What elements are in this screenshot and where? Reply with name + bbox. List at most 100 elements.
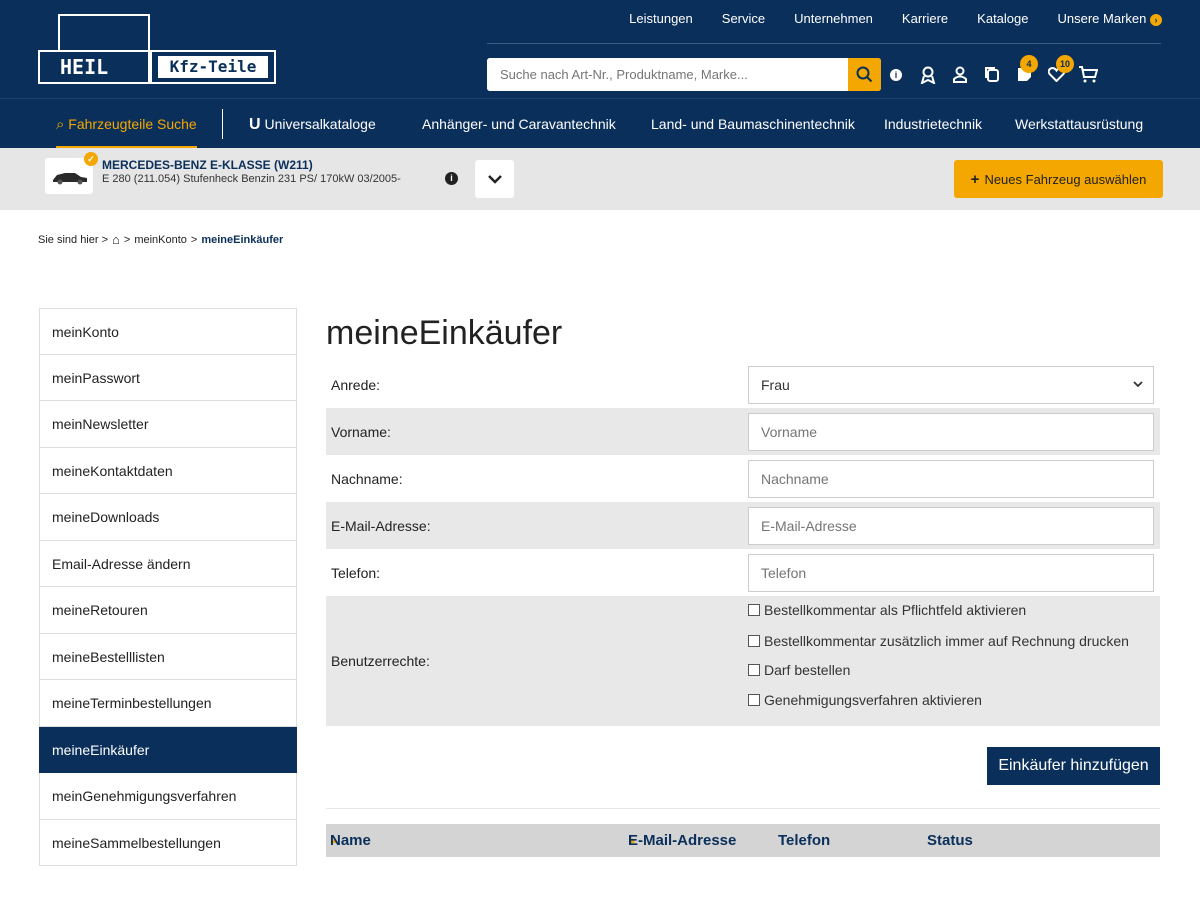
column-status[interactable]: Status	[927, 824, 973, 857]
firstname-field[interactable]	[748, 412, 1154, 451]
sidebar-item-bestelllisten[interactable]: meineBestelllisten	[39, 633, 297, 680]
search-icon	[856, 66, 873, 83]
award-button[interactable]	[912, 58, 944, 91]
checkbox-label: Darf bestellen	[764, 662, 851, 678]
salutation-label: Anrede:	[331, 376, 381, 393]
sidebar-item-kontaktdaten[interactable]: meineKontaktdaten	[39, 447, 297, 494]
cat-universalkataloge[interactable]: U Universalkataloge	[249, 99, 376, 149]
buyer-form: Anrede: Frau Vorname: Nachname: E-Mail-A…	[326, 361, 1160, 726]
nav-kataloge[interactable]: Kataloge	[977, 10, 1028, 28]
category-nav: ⌕ Fahrzeugteile Suche U Universalkatalog…	[0, 98, 1200, 149]
checkbox-approval[interactable]: Genehmigungsverfahren aktivieren	[748, 692, 982, 708]
add-buyer-button[interactable]: Einkäufer hinzufügen	[987, 747, 1160, 785]
email-label: E-Mail-Adresse:	[331, 517, 431, 534]
vehicle-details: E 280 (211.054) Stufenheck Benzin 231 PS…	[102, 173, 401, 185]
checkbox[interactable]	[748, 694, 760, 706]
cat-label: Fahrzeugteile Suche	[68, 116, 197, 132]
lastname-field[interactable]	[748, 459, 1154, 498]
rights-label: Benutzerrechte:	[331, 653, 430, 669]
firstname-label: Vorname:	[331, 423, 391, 440]
sidebar-item-sammelbestellungen[interactable]: meineSammelbestellungen	[39, 819, 297, 866]
notes-badge: 4	[1020, 55, 1038, 73]
cat-werkstatt[interactable]: Werkstattausrüstung	[1015, 99, 1143, 149]
user-rights-section: Benutzerrechte: Bestellkommentar als Pfl…	[326, 596, 1160, 726]
cat-anhaenger[interactable]: Anhänger- und Caravantechnik	[422, 99, 616, 149]
sidebar-item-downloads[interactable]: meineDownloads	[39, 494, 297, 541]
copy-icon	[985, 67, 999, 82]
checkbox-may-order[interactable]: Darf bestellen	[748, 662, 850, 678]
breadcrumb: Sie sind hier > ⌂ > meinKonto > meineEin…	[38, 232, 283, 247]
heil-logo[interactable]: HEIL Kfz-Teile	[38, 14, 276, 84]
site-header: HEIL Kfz-Teile Leistungen Service Untern…	[0, 0, 1200, 98]
sidebar-item-genehmigungsverfahren[interactable]: meinGenehmigungsverfahren	[39, 773, 297, 820]
checkbox[interactable]	[748, 664, 760, 676]
sidebar-item-retouren[interactable]: meineRetouren	[39, 587, 297, 634]
cat-label: Universalkataloge	[264, 116, 376, 132]
breadcrumb-account[interactable]: meinKonto	[134, 234, 187, 246]
checkbox[interactable]	[748, 635, 760, 647]
nav-service[interactable]: Service	[722, 10, 765, 28]
account-sidebar: meinKonto meinPasswort meinNewsletter me…	[39, 308, 297, 866]
user-icon	[953, 66, 967, 83]
header-icons: i 4 10	[880, 55, 1104, 91]
sidebar-item-meinpasswort[interactable]: meinPasswort	[39, 354, 297, 401]
nav-unsere-marken-label: Unsere Marken	[1057, 11, 1147, 26]
salutation-value: Frau	[761, 376, 790, 393]
top-nav: Leistungen Service Unternehmen Karriere …	[629, 10, 1162, 28]
vehicle-info-icon[interactable]: i	[445, 172, 458, 185]
home-icon[interactable]: ⌂	[112, 232, 120, 247]
phone-field[interactable]	[748, 553, 1154, 592]
arrow-circle-icon: ›	[1150, 14, 1162, 26]
cat-industrietechnik[interactable]: Industrietechnik	[884, 99, 982, 149]
sidebar-item-meinnewsletter[interactable]: meinNewsletter	[39, 401, 297, 448]
search-icon: ⌕	[56, 116, 65, 133]
account-button[interactable]	[944, 58, 976, 91]
nav-karriere[interactable]: Karriere	[902, 10, 948, 28]
column-label: E-Mail-Adresse	[628, 832, 737, 849]
notes-button[interactable]: 4	[1008, 55, 1040, 91]
page-title: meineEinkäufer	[326, 314, 563, 352]
breadcrumb-current: meineEinkäufer	[201, 233, 284, 246]
salutation-select[interactable]: Frau	[748, 365, 1154, 404]
info-button[interactable]: i	[880, 58, 912, 91]
phone-label: Telefon:	[331, 564, 381, 581]
search-input[interactable]	[487, 58, 847, 91]
vehicle-title: MERCEDES-BENZ E-KLASSE (W211)	[102, 158, 313, 172]
nav-unternehmen[interactable]: Unternehmen	[794, 10, 873, 28]
nav-unsere-marken[interactable]: Unsere Marken ›	[1057, 10, 1162, 28]
column-label: Name	[330, 832, 371, 849]
sidebar-item-email-aendern[interactable]: Email-Adresse ändern	[39, 540, 297, 587]
checkbox-label: Bestellkommentar zusätzlich immer auf Re…	[764, 633, 1129, 649]
new-vehicle-label: Neues Fahrzeug auswählen	[984, 171, 1147, 187]
chevron-down-icon	[1133, 381, 1143, 388]
column-phone[interactable]: Telefon	[778, 824, 830, 857]
checkbox-comment-invoice[interactable]: Bestellkommentar zusätzlich immer auf Re…	[748, 633, 1129, 649]
sidebar-item-einkaeufer[interactable]: meineEinkäufer	[39, 726, 297, 773]
wishlist-button[interactable]: 10	[1040, 55, 1074, 91]
logo-heil-text: HEIL	[38, 50, 150, 84]
copy-button[interactable]	[976, 58, 1008, 91]
buyers-table-header: ▲ Name ▲ E-Mail-Adresse Telefon Status	[326, 824, 1160, 857]
checkbox-comment-required[interactable]: Bestellkommentar als Pflichtfeld aktivie…	[748, 602, 1026, 618]
email-field[interactable]	[748, 506, 1154, 545]
search-button[interactable]	[848, 58, 881, 91]
cat-fahrzeugteile-suche[interactable]: ⌕ Fahrzeugteile Suche	[56, 99, 197, 149]
logo-kfz-text: Kfz-Teile	[158, 56, 268, 78]
nav-leistungen[interactable]: Leistungen	[629, 10, 693, 28]
lastname-label: Nachname:	[331, 470, 403, 487]
check-icon: ✓	[84, 152, 98, 166]
breadcrumb-separator: >	[123, 233, 131, 246]
sidebar-item-meinkonto[interactable]: meinKonto	[39, 308, 297, 355]
search-bar	[487, 58, 881, 91]
checkbox-label: Genehmigungsverfahren aktivieren	[764, 692, 982, 708]
divider	[326, 808, 1160, 809]
checkbox[interactable]	[748, 604, 760, 616]
checkbox-label: Bestellkommentar als Pflichtfeld aktivie…	[764, 602, 1027, 618]
info-icon: i	[890, 68, 902, 81]
sidebar-item-terminbestellungen[interactable]: meineTerminbestellungen	[39, 680, 297, 727]
cat-landmaschinen[interactable]: Land- und Baumaschinentechnik	[651, 99, 855, 149]
new-vehicle-button[interactable]: + Neues Fahrzeug auswählen	[954, 160, 1163, 198]
vehicle-dropdown-button[interactable]	[475, 160, 514, 198]
cart-button[interactable]	[1072, 58, 1104, 91]
breadcrumb-separator: >	[190, 233, 198, 246]
